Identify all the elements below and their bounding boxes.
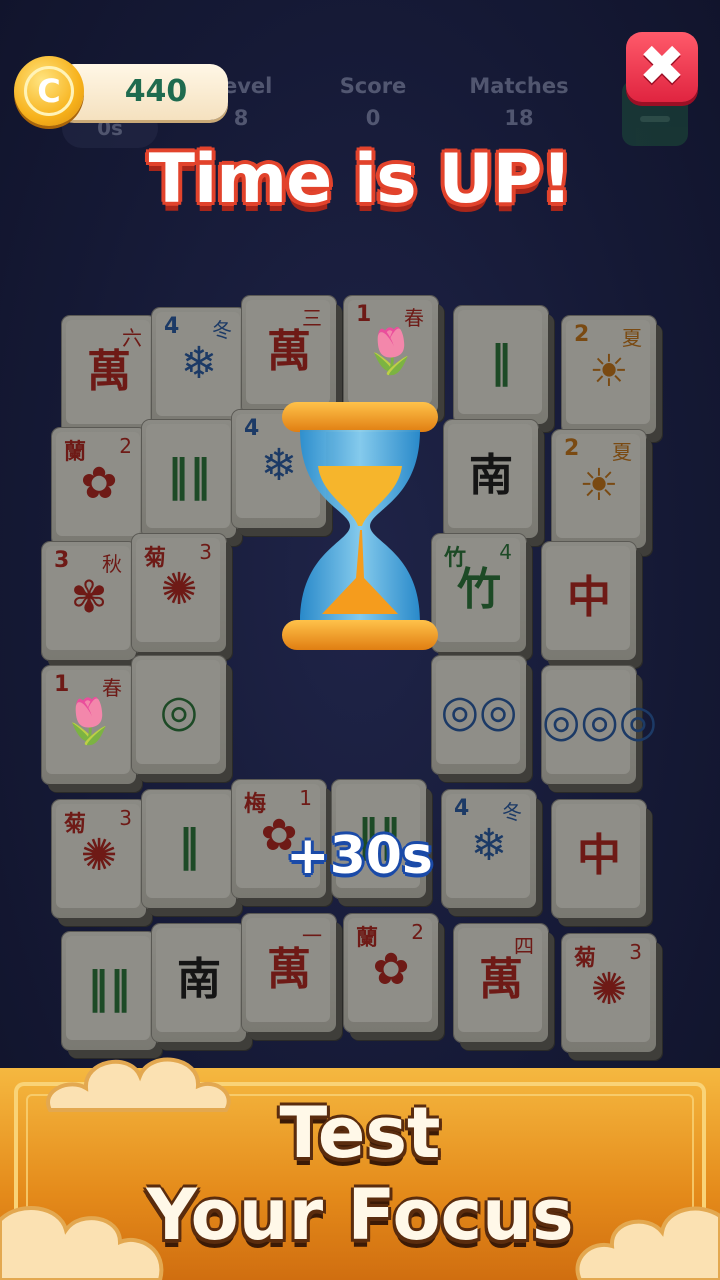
tile-corner-label: 3	[54, 548, 70, 573]
tile-glyph: ◎	[159, 686, 199, 737]
tile-glyph: 南	[177, 954, 221, 1005]
cloud-ornament-bottom-right	[575, 1206, 720, 1280]
tile-corner-char: 1	[299, 786, 312, 810]
mahjong-tile[interactable]: 中	[542, 542, 636, 660]
tile-corner-char: 夏	[622, 326, 642, 350]
tile-corner-char: 夏	[612, 440, 632, 464]
mahjong-tile[interactable]: 萬六	[62, 316, 156, 434]
mahjong-tile[interactable]: ✾ 3 秋	[42, 542, 136, 660]
hourglass-icon	[282, 402, 438, 650]
tile-corner-label: 菊	[64, 812, 87, 837]
tile-corner-label: 2	[574, 322, 590, 347]
mahjong-tile[interactable]: ✺ 菊 3	[52, 800, 146, 918]
mahjong-tile[interactable]: 萬三	[242, 296, 336, 414]
score-stat: Score 0	[308, 74, 438, 130]
tile-corner-char: 3	[629, 940, 642, 964]
tile-corner-label: 2	[564, 436, 580, 461]
tile-corner-char: 2	[119, 434, 132, 458]
tile-glyph: 南	[469, 450, 513, 501]
mahjong-tile[interactable]: 🌷 1 春	[344, 296, 438, 414]
tile-corner-label: 1	[356, 302, 372, 327]
mahjong-tile[interactable]: 南	[444, 420, 538, 538]
time-bonus-label: +30s	[286, 826, 433, 886]
tile-corner-label: 竹	[444, 546, 467, 571]
tile-corner-char: 一	[302, 924, 322, 948]
mahjong-tile[interactable]: ‖	[454, 306, 548, 424]
tile-glyph: ‖	[178, 820, 200, 871]
mahjong-tile[interactable]: ✿ 蘭 2	[52, 428, 146, 546]
close-button[interactable]: ✖	[626, 32, 698, 102]
score-value: 0	[365, 106, 381, 130]
tile-corner-label: 菊	[574, 946, 597, 971]
tile-corner-label: 4	[164, 314, 180, 339]
score-label: Score	[339, 74, 407, 98]
tile-corner-label: 1	[54, 672, 70, 697]
mahjong-tile[interactable]: ✺ 菊 3	[562, 934, 656, 1052]
coin-icon: C	[14, 56, 84, 126]
tile-corner-char: 3	[199, 540, 212, 564]
coin-value: 440	[124, 74, 188, 109]
tile-corner-char: 3	[119, 806, 132, 830]
mahjong-tile[interactable]: ❄ 4 冬	[152, 308, 246, 426]
mahjong-tile[interactable]: ✿ 蘭 2	[344, 914, 438, 1032]
mahjong-tile[interactable]: ‖‖	[142, 420, 236, 538]
mahjong-tile[interactable]: ◎◎◎	[542, 666, 658, 784]
time-up-title: Time is UP!	[148, 140, 573, 219]
mahjong-tile[interactable]: 萬四	[454, 924, 548, 1042]
mahjong-tile[interactable]: 中	[552, 800, 646, 918]
mahjong-tile[interactable]: 萬一	[242, 914, 336, 1032]
mahjong-tile[interactable]: ☀ 2 夏	[562, 316, 656, 434]
tile-glyph: ◎◎◎	[542, 696, 658, 747]
mahjong-tile[interactable]: 竹竹4	[432, 534, 526, 652]
tile-corner-char: 秋	[102, 552, 122, 576]
mahjong-tile[interactable]: ✺ 菊 3	[132, 534, 226, 652]
tile-corner-char: 春	[102, 676, 122, 700]
mahjong-tile[interactable]: ‖	[142, 790, 236, 908]
mahjong-tile[interactable]: ◎	[132, 656, 226, 774]
tile-corner-char: 2	[411, 920, 424, 944]
tile-corner-char: 冬	[502, 800, 522, 824]
tile-corner-label: 4	[244, 416, 260, 441]
tile-corner-label: 4	[454, 796, 470, 821]
mahjong-tile[interactable]: 🌷 1 春	[42, 666, 136, 784]
matches-value: 18	[504, 106, 534, 130]
close-icon: ✖	[638, 34, 686, 99]
cloud-ornament-bottom-left	[0, 1205, 164, 1280]
matches-label: Matches	[469, 74, 569, 98]
tile-glyph: 中	[567, 572, 611, 623]
tile-corner-label: 蘭	[64, 440, 87, 465]
tile-corner-label: 菊	[144, 546, 167, 571]
tile-corner-char: 六	[122, 326, 142, 350]
cloud-ornament-left	[46, 1057, 231, 1112]
tile-glyph: ◎◎	[440, 686, 518, 737]
tile-corner-char: 冬	[212, 318, 232, 342]
tile-glyph: ‖‖	[167, 450, 211, 501]
tile-glyph: 中	[577, 830, 621, 881]
matches-stat: Matches 18	[454, 74, 584, 130]
mahjong-tile[interactable]: ◎◎	[432, 656, 526, 774]
tile-corner-label: 蘭	[356, 926, 379, 951]
tile-corner-char: 4	[499, 540, 512, 564]
tile-corner-char: 三	[302, 306, 322, 330]
mahjong-tile[interactable]: ❄ 4 冬	[442, 790, 536, 908]
tile-corner-label: 梅	[244, 792, 267, 817]
tile-corner-char: 四	[514, 934, 534, 958]
tile-glyph: ‖	[490, 336, 512, 387]
mahjong-tile[interactable]: ☀ 2 夏	[552, 430, 646, 548]
mahjong-tile[interactable]: 南	[152, 924, 246, 1042]
tile-corner-char: 春	[404, 306, 424, 330]
